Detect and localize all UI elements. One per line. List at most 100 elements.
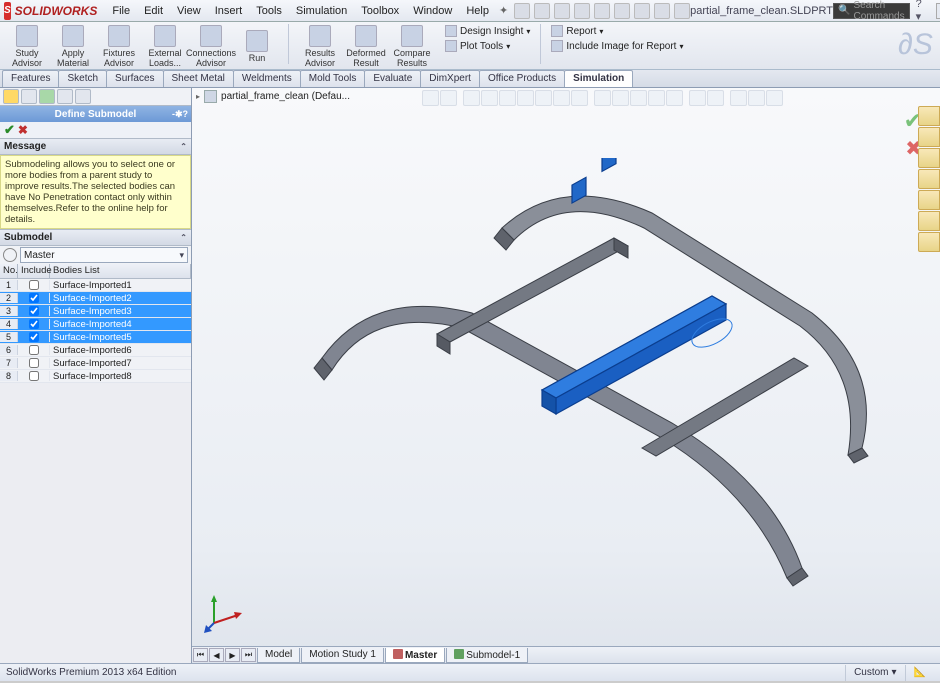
- menu-star-icon[interactable]: ✦: [499, 4, 508, 17]
- cancel-button[interactable]: ✖: [18, 123, 28, 137]
- include-checkbox[interactable]: [29, 332, 39, 342]
- qat-more-icon[interactable]: [674, 3, 690, 19]
- taskpane-design-lib-icon[interactable]: [918, 127, 940, 147]
- view-tool-icon[interactable]: [730, 90, 747, 106]
- tab-simulation[interactable]: Simulation: [564, 70, 633, 87]
- include-checkbox[interactable]: [29, 371, 39, 381]
- minimize-button[interactable]: －: [936, 3, 940, 19]
- view-tool-icon[interactable]: [499, 90, 516, 106]
- menu-file[interactable]: File: [105, 2, 137, 20]
- taskpane-custom-props-icon[interactable]: [918, 211, 940, 231]
- table-row[interactable]: 1Surface-Imported1: [0, 279, 191, 292]
- tab-features[interactable]: Features: [2, 70, 59, 87]
- include-checkbox[interactable]: [29, 280, 39, 290]
- tab-evaluate[interactable]: Evaluate: [364, 70, 421, 87]
- menu-simulation[interactable]: Simulation: [289, 2, 354, 20]
- table-row[interactable]: 5Surface-Imported5: [0, 331, 191, 344]
- taskpane-appearances-icon[interactable]: [918, 190, 940, 210]
- view-tool-icon[interactable]: [630, 90, 647, 106]
- ribbon-external[interactable]: ExternalLoads...: [142, 24, 188, 69]
- taskpane-sw-resources-icon[interactable]: [918, 106, 940, 126]
- tab-nav-prev[interactable]: ◀: [209, 648, 224, 662]
- menu-toolbox[interactable]: Toolbox: [354, 2, 406, 20]
- menu-window[interactable]: Window: [406, 2, 459, 20]
- menu-insert[interactable]: Insert: [208, 2, 250, 20]
- include-checkbox[interactable]: [29, 293, 39, 303]
- view-tool-icon[interactable]: [648, 90, 665, 106]
- view-tool-icon[interactable]: [748, 90, 765, 106]
- tab-sketch[interactable]: Sketch: [58, 70, 107, 87]
- view-tool-icon[interactable]: [612, 90, 629, 106]
- table-row[interactable]: 4Surface-Imported4: [0, 318, 191, 331]
- tab-office-products[interactable]: Office Products: [479, 70, 565, 87]
- tab-surfaces[interactable]: Surfaces: [106, 70, 163, 87]
- menu-edit[interactable]: Edit: [137, 2, 170, 20]
- tab-nav-next[interactable]: ▶: [225, 648, 240, 662]
- tab-nav-last[interactable]: ⏭: [241, 648, 256, 662]
- qat-new-icon[interactable]: [514, 3, 530, 19]
- pin-icon[interactable]: -✱?: [172, 109, 188, 120]
- include-checkbox[interactable]: [29, 306, 39, 316]
- graphics-viewport[interactable]: ▸ partial_frame_clean (Defau... ✔ ✖: [192, 88, 940, 663]
- ribbon-fixtures[interactable]: FixturesAdvisor: [96, 24, 142, 69]
- table-row[interactable]: 3Surface-Imported3: [0, 305, 191, 318]
- status-unit-icon[interactable]: 📐: [905, 665, 934, 681]
- help-icon[interactable]: ? ▾: [916, 0, 922, 23]
- pm-tab-dim-icon[interactable]: [57, 89, 73, 104]
- qat-undo-icon[interactable]: [594, 3, 610, 19]
- view-tool-icon[interactable]: [689, 90, 706, 106]
- tab-nav-first[interactable]: ⏮: [193, 648, 208, 662]
- ribbon-connections[interactable]: ConnectionsAdvisor: [188, 24, 234, 69]
- parent-study-dropdown[interactable]: Master: [20, 247, 188, 263]
- table-row[interactable]: 7Surface-Imported7: [0, 357, 191, 370]
- ribbon-study[interactable]: StudyAdvisor: [4, 24, 50, 69]
- status-custom[interactable]: Custom▾: [845, 665, 904, 681]
- bottom-tab-master[interactable]: Master: [385, 648, 445, 663]
- menu-help[interactable]: Help: [459, 2, 496, 20]
- view-tool-icon[interactable]: [463, 90, 480, 106]
- table-row[interactable]: 2Surface-Imported2: [0, 292, 191, 305]
- ribbon-include-image-for-report[interactable]: Include Image for Report ▾: [549, 39, 685, 53]
- qat-save-icon[interactable]: [554, 3, 570, 19]
- ribbon-apply[interactable]: ApplyMaterial: [50, 24, 96, 69]
- view-tool-icon[interactable]: [707, 90, 724, 106]
- qat-options-icon[interactable]: [654, 3, 670, 19]
- pm-tab-feature-icon[interactable]: [3, 89, 19, 104]
- view-tool-icon[interactable]: [422, 90, 439, 106]
- orientation-triad[interactable]: [204, 593, 244, 633]
- pm-tab-display-icon[interactable]: [39, 89, 55, 104]
- view-tool-icon[interactable]: [481, 90, 498, 106]
- ribbon-deformed[interactable]: DeformedResult: [343, 24, 389, 69]
- taskpane-view-palette-icon[interactable]: [918, 169, 940, 189]
- include-checkbox[interactable]: [29, 358, 39, 368]
- tab-sheet-metal[interactable]: Sheet Metal: [163, 70, 234, 87]
- table-row[interactable]: 8Surface-Imported8: [0, 370, 191, 383]
- qat-redo-icon[interactable]: [614, 3, 630, 19]
- ribbon-results[interactable]: ResultsAdvisor: [297, 24, 343, 69]
- tab-mold-tools[interactable]: Mold Tools: [300, 70, 366, 87]
- message-section-header[interactable]: Message ⌃: [0, 139, 191, 155]
- view-tool-icon[interactable]: [553, 90, 570, 106]
- pm-tab-sim-icon[interactable]: [75, 89, 91, 104]
- ribbon-compare[interactable]: CompareResults: [389, 24, 435, 69]
- submodel-section-header[interactable]: Submodel ⌃: [0, 230, 191, 246]
- view-tool-icon[interactable]: [535, 90, 552, 106]
- view-tool-icon[interactable]: [766, 90, 783, 106]
- ok-button[interactable]: ✔: [4, 122, 15, 138]
- include-checkbox[interactable]: [29, 345, 39, 355]
- menu-view[interactable]: View: [170, 2, 208, 20]
- view-tool-icon[interactable]: [571, 90, 588, 106]
- ribbon-report[interactable]: Report ▾: [549, 24, 685, 38]
- crumb-expand-icon[interactable]: ▸: [196, 92, 200, 101]
- qat-open-icon[interactable]: [534, 3, 550, 19]
- search-icon[interactable]: [3, 248, 17, 262]
- ribbon-run[interactable]: Run: [234, 29, 280, 64]
- include-checkbox[interactable]: [29, 319, 39, 329]
- ribbon-plot-tools[interactable]: Plot Tools ▾: [443, 39, 532, 53]
- tab-dimxpert[interactable]: DimXpert: [420, 70, 480, 87]
- pm-tab-config-icon[interactable]: [21, 89, 37, 104]
- view-tool-icon[interactable]: [517, 90, 534, 106]
- qat-rebuild-icon[interactable]: [634, 3, 650, 19]
- bottom-tab-model[interactable]: Model: [257, 648, 300, 663]
- ribbon-design-insight[interactable]: Design Insight ▾: [443, 24, 532, 38]
